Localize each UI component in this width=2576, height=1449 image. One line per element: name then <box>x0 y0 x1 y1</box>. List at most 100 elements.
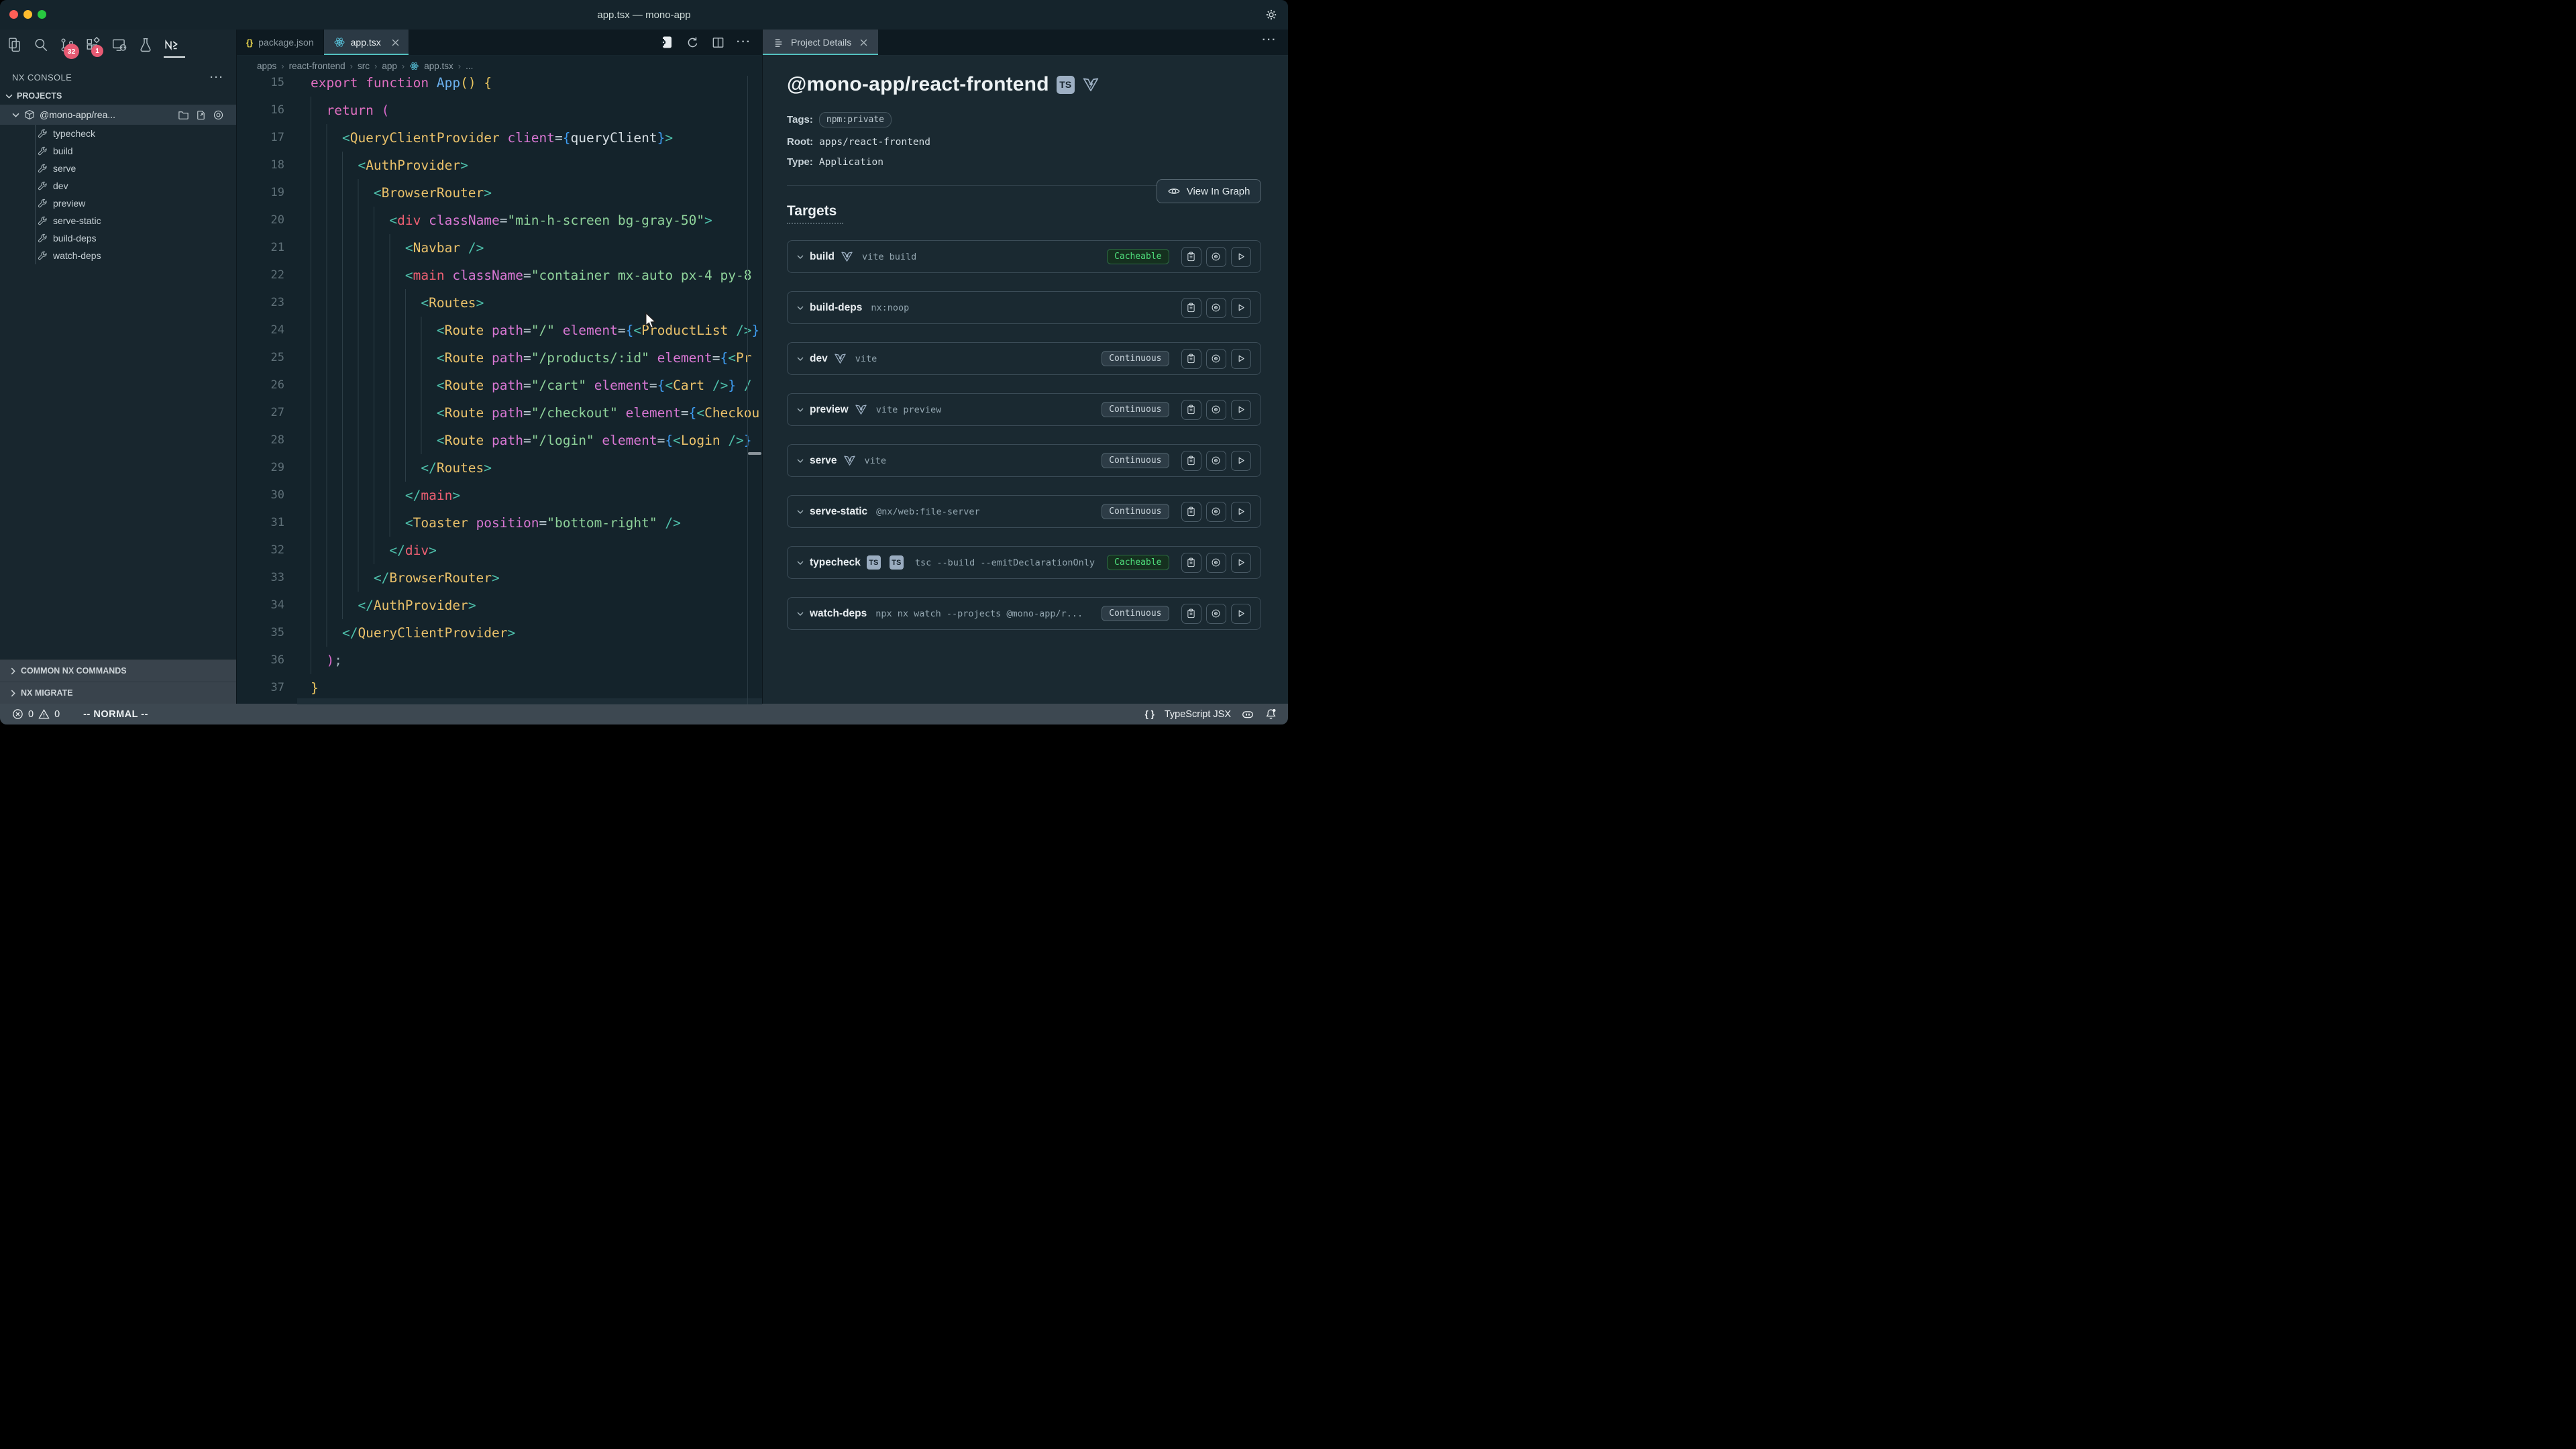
warnings-icon[interactable] <box>38 708 50 720</box>
breadcrumb-item[interactable]: app.tsx <box>424 61 453 71</box>
run-target-button[interactable] <box>1231 400 1251 420</box>
package-icon <box>24 109 35 120</box>
explorer-icon[interactable] <box>7 37 23 53</box>
code-editor[interactable]: 15export function App() {16return (17<Qu… <box>237 76 762 704</box>
breadcrumb-item[interactable]: apps <box>257 61 276 71</box>
view-in-graph-button[interactable] <box>1206 451 1226 471</box>
testing-beaker-icon[interactable] <box>138 37 154 53</box>
target-name[interactable]: serve-static <box>810 506 867 518</box>
target-icon[interactable] <box>213 109 224 121</box>
tab-app-tsx[interactable]: app.tsx <box>324 30 409 55</box>
copy-button[interactable] <box>1181 349 1201 369</box>
copy-button[interactable] <box>1181 400 1201 420</box>
copy-button[interactable] <box>1181 247 1201 267</box>
target-name[interactable]: serve <box>810 455 837 467</box>
refresh-icon[interactable] <box>686 36 700 50</box>
run-target-button[interactable] <box>1231 349 1251 369</box>
target-name[interactable]: build-deps <box>810 302 862 314</box>
minimize-window-button[interactable] <box>23 10 32 19</box>
open-project-details-icon[interactable] <box>659 35 674 50</box>
view-in-graph-button[interactable]: View In Graph <box>1157 179 1261 203</box>
run-target-button[interactable] <box>1231 553 1251 573</box>
traffic-lights <box>9 10 46 19</box>
settings-gear-icon[interactable] <box>1264 7 1279 22</box>
chevron-down-icon[interactable] <box>797 306 804 310</box>
remote-explorer-icon[interactable] <box>111 37 127 53</box>
nx-console-icon[interactable] <box>164 37 180 53</box>
chevron-down-icon[interactable] <box>797 612 804 616</box>
more-actions-icon[interactable]: ··· <box>737 36 751 48</box>
sidebar-more-icon[interactable]: ··· <box>210 72 224 83</box>
breadcrumb-item[interactable]: ... <box>466 61 473 71</box>
code-text: return ( <box>311 97 389 124</box>
copy-button[interactable] <box>1181 298 1201 318</box>
status-badge: Continuous <box>1102 402 1169 417</box>
target-command: @nx/web:file-server <box>876 506 979 517</box>
code-line-29: 29</Routes> <box>237 454 762 482</box>
copy-button[interactable] <box>1181 553 1201 573</box>
breadcrumb-item[interactable]: react-frontend <box>289 61 345 71</box>
language-mode[interactable]: TypeScript JSX <box>1165 709 1231 720</box>
run-target-button[interactable] <box>1231 298 1251 318</box>
view-in-graph-button[interactable] <box>1206 604 1226 624</box>
breadcrumb-item[interactable]: app <box>382 61 397 71</box>
view-in-graph-button[interactable] <box>1206 502 1226 522</box>
code-line-34: 34</AuthProvider> <box>237 592 762 619</box>
projects-section-header[interactable]: PROJECTS <box>0 87 236 105</box>
target-name[interactable]: build <box>810 251 835 263</box>
panel-more-icon[interactable]: ··· <box>1263 34 1277 46</box>
folder-icon[interactable] <box>178 109 189 121</box>
chevron-down-icon[interactable] <box>797 561 804 565</box>
target-card-build: buildvite buildCacheable <box>787 240 1261 273</box>
view-in-graph-button[interactable] <box>1206 247 1226 267</box>
code-text: </Routes> <box>311 454 492 482</box>
tab-package-json[interactable]: {} package.json <box>237 30 324 55</box>
run-target-button[interactable] <box>1231 247 1251 267</box>
notifications-bell-icon[interactable] <box>1265 708 1277 720</box>
maximize-window-button[interactable] <box>38 10 46 19</box>
line-number: 33 <box>237 564 284 592</box>
target-name[interactable]: watch-deps <box>810 608 867 620</box>
target-name[interactable]: preview <box>810 404 849 416</box>
section-common-nx-commands[interactable]: COMMON NX COMMANDS <box>0 659 236 682</box>
view-in-graph-button[interactable] <box>1206 400 1226 420</box>
target-label: watch-deps <box>53 250 101 261</box>
target-name[interactable]: dev <box>810 353 828 365</box>
run-target-button[interactable] <box>1231 502 1251 522</box>
errors-icon[interactable] <box>12 708 23 720</box>
chevron-down-icon[interactable] <box>797 408 804 412</box>
run-target-button[interactable] <box>1231 451 1251 471</box>
split-editor-icon[interactable] <box>711 36 725 50</box>
view-in-graph-button[interactable] <box>1206 349 1226 369</box>
copy-button[interactable] <box>1181 604 1201 624</box>
tab-project-details[interactable]: Project Details <box>763 30 878 55</box>
line-number: 18 <box>237 152 284 179</box>
copilot-icon[interactable] <box>1241 708 1254 721</box>
goto-config-file-icon[interactable] <box>195 109 207 121</box>
errors-count[interactable]: 0 <box>28 709 34 720</box>
view-in-graph-button[interactable] <box>1206 298 1226 318</box>
view-in-graph-button[interactable] <box>1206 553 1226 573</box>
copy-button[interactable] <box>1181 451 1201 471</box>
section-nx-migrate[interactable]: NX MIGRATE <box>0 682 236 704</box>
chevron-down-icon[interactable] <box>797 357 804 361</box>
close-icon[interactable] <box>392 39 399 46</box>
run-target-button[interactable] <box>1231 604 1251 624</box>
project-row[interactable]: @mono-app/rea... <box>0 105 236 125</box>
code-line-22: 22<main className="container mx-auto px-… <box>237 262 762 289</box>
status-badge: Continuous <box>1102 606 1169 621</box>
overview-ruler-cursor-marker <box>748 452 761 455</box>
close-icon[interactable] <box>860 39 867 46</box>
chevron-down-icon[interactable] <box>797 459 804 463</box>
copy-button[interactable] <box>1181 502 1201 522</box>
line-number: 17 <box>237 124 284 152</box>
warnings-count[interactable]: 0 <box>54 709 60 720</box>
mouse-cursor <box>643 312 658 329</box>
target-name[interactable]: typecheck <box>810 557 861 569</box>
chevron-down-icon[interactable] <box>797 255 804 259</box>
code-line-35: 35</QueryClientProvider> <box>237 619 762 647</box>
chevron-down-icon[interactable] <box>797 510 804 514</box>
search-icon[interactable] <box>33 37 49 53</box>
close-window-button[interactable] <box>9 10 18 19</box>
breadcrumb-item[interactable]: src <box>358 61 370 71</box>
